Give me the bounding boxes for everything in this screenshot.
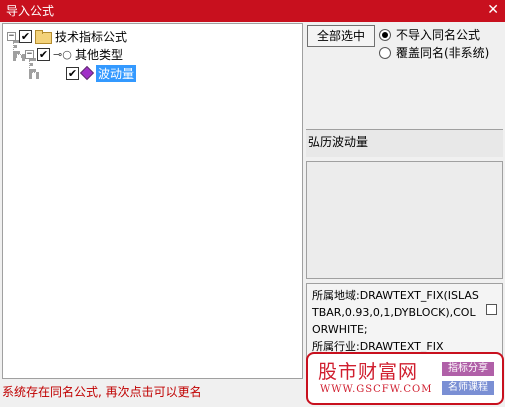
watermark-logo: 股市财富网 WWW.GSCFW.COM 指标分享 名师课程 <box>306 352 504 405</box>
title-bar: 导入公式 ✕ <box>0 0 505 22</box>
tree-node-formula[interactable]: ✔ 波动量 <box>63 64 137 82</box>
tree-label-category: 其他类型 <box>75 47 124 62</box>
radio-button-skip[interactable] <box>379 28 391 41</box>
formula-icon <box>79 65 95 81</box>
root-checkbox[interactable]: ✔ <box>19 29 32 43</box>
folder-icon <box>35 30 52 44</box>
formula-tree[interactable]: − ✔ 技术指标公式 − ✔ ⊸○ 其他类型 ✔ 波动量 <box>2 23 303 379</box>
collapse-icon[interactable]: − <box>7 31 16 41</box>
collapse-icon[interactable]: − <box>25 49 34 59</box>
tree-label-formula[interactable]: 波动量 <box>96 64 137 82</box>
radio-overwrite-label: 覆盖同名(非系统) <box>396 46 490 60</box>
formula-name-field: 弘历波动量 <box>306 129 503 157</box>
formula-checkbox[interactable]: ✔ <box>66 66 79 80</box>
radio-button-overwrite[interactable] <box>379 46 391 59</box>
key-icon: ⊸○ <box>53 47 72 61</box>
tree-connector <box>29 72 39 76</box>
select-all-button[interactable]: 全部选中 <box>307 25 375 47</box>
window-title: 导入公式 <box>6 4 55 18</box>
code-checkbox[interactable] <box>486 304 497 315</box>
watermark-url: WWW.GSCFW.COM <box>320 384 433 395</box>
tree-label-root: 技术指标公式 <box>55 29 128 44</box>
status-message: 系统存在同名公式, 再次点击可以更名 <box>2 385 202 399</box>
category-checkbox[interactable]: ✔ <box>37 47 50 61</box>
watermark-tag-course: 名师课程 <box>442 381 494 395</box>
tree-node-category[interactable]: − ✔ ⊸○ 其他类型 <box>25 46 123 62</box>
radio-skip-duplicates[interactable]: 不导入同名公式 <box>379 26 480 43</box>
radio-overwrite-duplicates[interactable]: 覆盖同名(非系统) <box>379 44 489 61</box>
tree-node-root[interactable]: − ✔ 技术指标公式 <box>7 28 127 44</box>
options-panel: 全部选中 不导入同名公式 覆盖同名(非系统) 弘历波动量 所属地域:DRAWTE… <box>305 23 505 379</box>
radio-skip-label: 不导入同名公式 <box>396 28 481 42</box>
formula-preview-area <box>306 161 503 279</box>
watermark-tag-share: 指标分享 <box>442 362 494 376</box>
formula-code-text: 所属地域:DRAWTEXT_FIX(ISLASTBAR,0.93,0,1,DYB… <box>312 289 479 353</box>
close-icon[interactable]: ✕ <box>487 2 499 18</box>
tree-connector <box>13 54 25 58</box>
watermark-site-name: 股市财富网 <box>318 361 419 383</box>
